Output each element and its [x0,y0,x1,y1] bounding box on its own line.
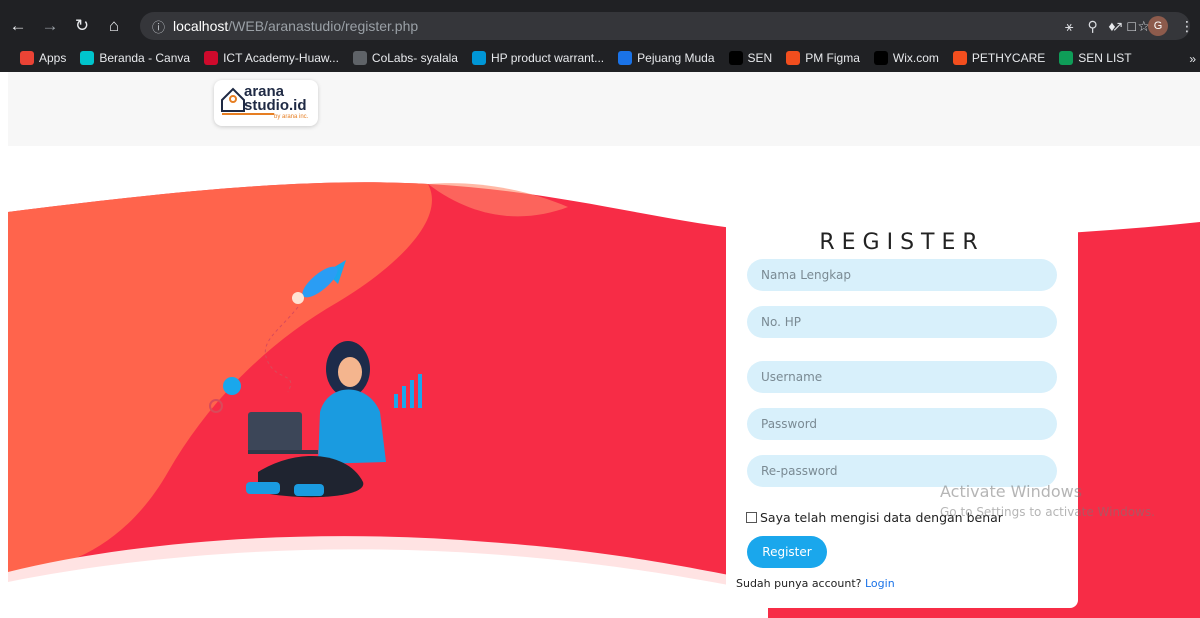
confirm-checkbox[interactable] [746,512,757,523]
browser-chrome: ← → ↻ ⌂ ⓘ localhost /WEB/aranastudio/reg… [0,0,1200,72]
profile-avatar[interactable]: G [1148,16,1168,36]
bookmark-label: Beranda - Canva [99,51,191,65]
bookmark-label: CoLabs- syalala [371,51,458,65]
bookmark-favicon-icon [728,51,743,65]
bookmark-item[interactable]: Beranda - Canva [80,51,190,65]
bookmark-item[interactable]: SEN LIST [1059,51,1132,65]
logo-subtitle: by arana inc. [274,114,309,120]
bookmark-label: HP product warrant... [490,51,605,65]
bookmark-label: Apps [39,51,67,65]
browser-toolbar: ← → ↻ ⌂ ⓘ localhost /WEB/aranastudio/reg… [0,8,1200,44]
bookmarks-more-icon[interactable]: » [1189,52,1196,66]
windows-activation-watermark: Activate Windows Go to Settings to activ… [940,482,1155,519]
bookmark-favicon-icon [618,51,633,65]
forward-arrow-icon[interactable]: → [36,12,64,40]
watermark-line1: Activate Windows [940,482,1083,501]
url-path: /WEB/aranastudio/register.php [228,18,419,34]
zoom-icon[interactable]: ⚲ [1087,18,1097,35]
bookmark-label: Wix.com [892,51,939,65]
logo-line2: studio.id [244,97,307,114]
page-content: arana studio.id by arana inc. REGISTER S… [8,72,1200,618]
bookmark-item[interactable]: Wix.com [873,51,939,65]
bookmark-item[interactable]: Pejuang Muda [618,51,715,65]
bookmarks-bar: Apps Beranda - Canva ICT Academy-Huaw... Co… [0,46,1200,70]
bookmark-label: PETHYCARE [971,51,1046,65]
site-info-icon[interactable]: ⓘ [152,17,165,36]
password-input[interactable] [747,408,1057,440]
username-input[interactable] [747,361,1057,393]
site-logo[interactable]: arana studio.id by arana inc. [214,80,318,126]
address-bar[interactable]: ⓘ localhost /WEB/aranastudio/register.ph… [140,12,1190,40]
url-host: localhost [173,18,229,34]
bookmark-label: SEN LIST [1078,51,1132,65]
key-icon[interactable]: ⚹ [1065,18,1073,35]
puzzle-extension-icon[interactable]: ♦ [1108,18,1115,34]
login-prompt-text: Sudah punya account? [736,577,865,590]
bookmark-favicon-icon [786,51,801,65]
bookmark-item[interactable]: HP product warrant... [471,51,605,65]
bookmark-item[interactable]: PM Figma [786,51,860,65]
reload-icon[interactable]: ↻ [68,12,96,40]
bookmark-item[interactable]: Apps [20,51,66,65]
login-prompt: Sudah punya account? Login [736,577,895,590]
logo-underline [222,113,274,115]
phone-input[interactable] [747,306,1057,338]
browser-menu-icon[interactable]: ⋮ [1180,18,1194,35]
home-icon[interactable]: ⌂ [100,12,128,40]
side-panel-icon[interactable]: □ [1128,18,1136,34]
full-name-input[interactable] [747,259,1057,291]
bookmark-favicon-icon [352,51,367,65]
register-button[interactable]: Register [747,536,827,568]
register-card: REGISTER Saya telah mengisi data dengan … [726,218,1078,608]
bookmark-favicon-icon [80,51,95,65]
bookmark-item[interactable]: PETHYCARE [952,51,1046,65]
bookmark-label: ICT Academy-Huaw... [223,51,339,65]
bookmark-item[interactable]: SEN [728,51,773,65]
bookmark-favicon-icon [204,51,219,65]
bookmark-label: PM Figma [805,51,860,65]
back-arrow-icon[interactable]: ← [4,12,32,40]
bookmark-label: SEN [747,51,773,65]
bookmark-favicon-icon [952,51,967,65]
bookmark-item[interactable]: ICT Academy-Huaw... [204,51,339,65]
bookmark-favicon-icon [1059,51,1074,65]
browser-extensions: ♦ □ G ⋮ [1108,16,1194,36]
bookmark-favicon-icon [873,51,888,65]
bookmark-favicon-icon [471,51,486,65]
bookmark-item[interactable]: CoLabs- syalala [352,51,458,65]
login-link[interactable]: Login [865,577,895,590]
bookmark-favicon-icon [20,51,34,65]
site-header [8,72,1200,146]
logo-wordmark: arana studio.id [244,84,307,114]
watermark-line2: Go to Settings to activate Windows. [940,505,1155,519]
bookmark-label: Pejuang Muda [637,51,715,65]
register-title: REGISTER [819,230,985,255]
